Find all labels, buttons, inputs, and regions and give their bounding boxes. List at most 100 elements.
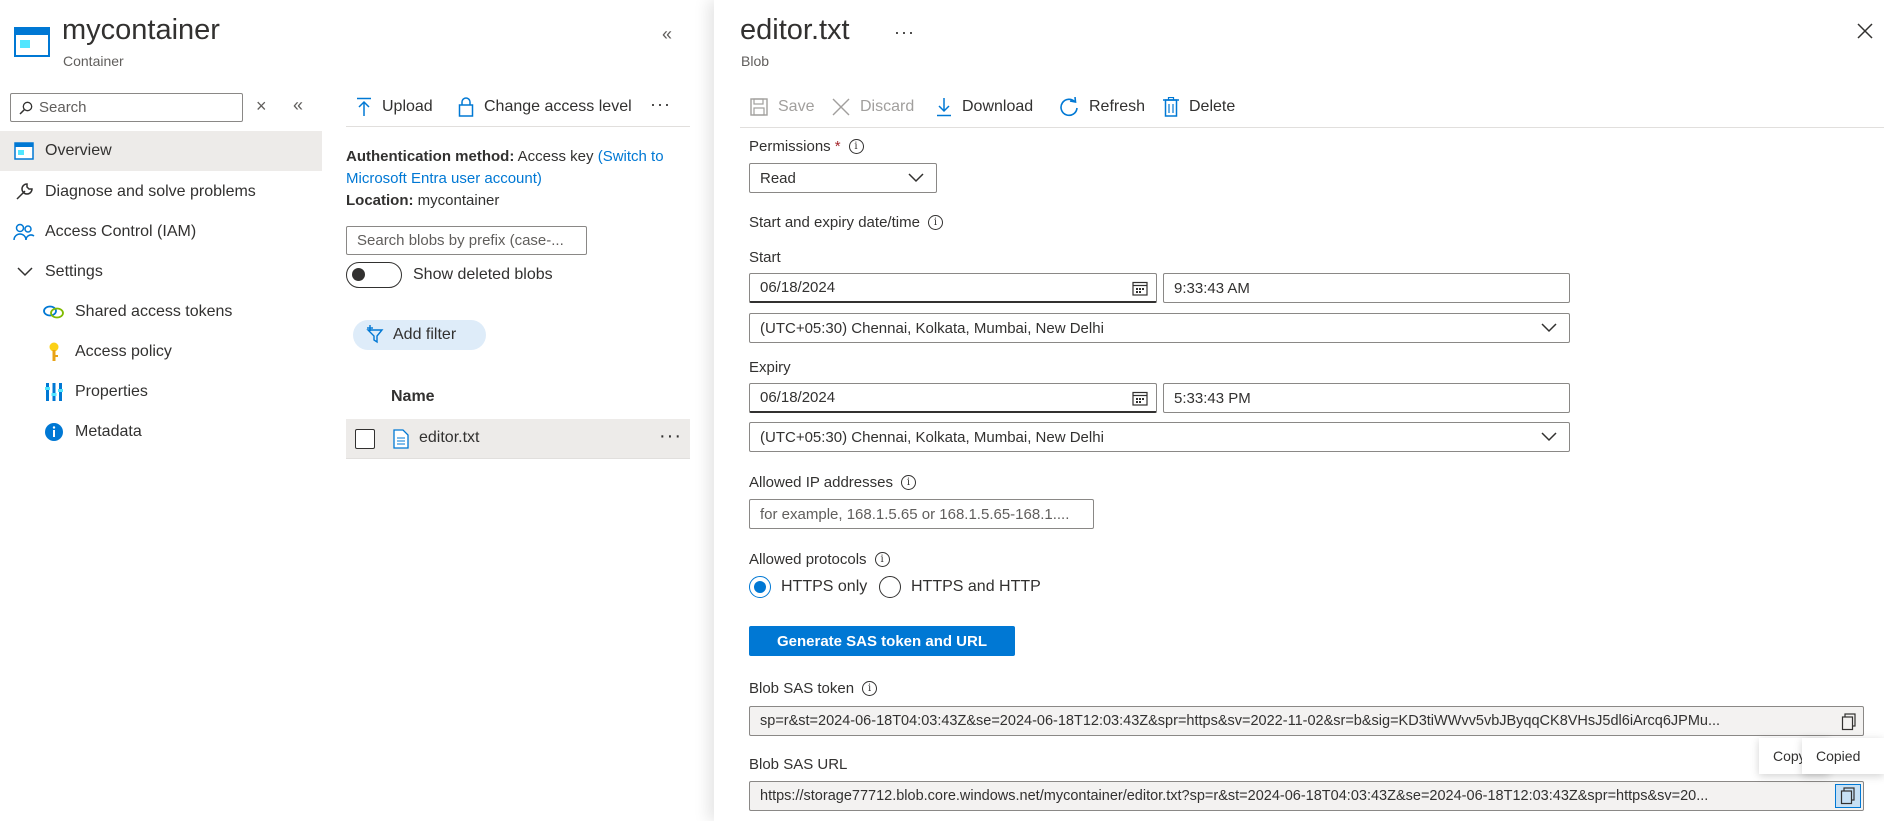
overview-icon	[13, 140, 35, 162]
sas-url-field[interactable]: https://storage77712.blob.core.windows.n…	[749, 781, 1864, 811]
nav-item-diagnose[interactable]: Diagnose and solve problems	[0, 172, 322, 212]
expiry-date-value: 06/18/2024	[760, 389, 836, 406]
nav-item-properties[interactable]: Properties	[0, 372, 322, 412]
nav-label: Access Control (IAM)	[45, 223, 197, 240]
allowed-ip-label: Allowed IP addresses i	[749, 474, 916, 491]
save-button[interactable]: Save	[750, 92, 814, 122]
people-icon	[13, 221, 35, 243]
copy-icon[interactable]	[1837, 713, 1857, 731]
nav-label: Access policy	[75, 343, 172, 360]
search-icon	[19, 101, 33, 115]
radio-https-and-http[interactable]: HTTPS and HTTP	[879, 576, 1041, 598]
calendar-icon[interactable]	[1132, 391, 1148, 406]
upload-button[interactable]: Upload	[356, 92, 433, 122]
start-time-input[interactable]: 9:33:43 AM	[1163, 273, 1570, 303]
sas-token-field[interactable]: sp=r&st=2024-06-18T04:03:43Z&se=2024-06-…	[749, 706, 1864, 736]
sas-token-text: Blob SAS token	[749, 680, 855, 697]
nav-label: Settings	[45, 263, 103, 280]
delete-button[interactable]: Delete	[1163, 92, 1235, 122]
info-icon[interactable]: i	[848, 139, 864, 154]
download-label: Download	[962, 98, 1034, 115]
file-name[interactable]: editor.txt	[419, 429, 479, 447]
radio-unselected	[879, 576, 901, 598]
start-expiry-label: Start and expiry date/time i	[749, 214, 943, 231]
info-icon[interactable]: i	[900, 475, 916, 490]
info-icon[interactable]: i	[862, 681, 878, 696]
row-more-icon[interactable]: ···	[659, 425, 682, 448]
menu-search-input[interactable]: Search	[10, 93, 243, 122]
collapse-menu-icon[interactable]: «	[293, 95, 303, 116]
generate-sas-button[interactable]: Generate SAS token and URL	[749, 626, 1015, 656]
container-icon	[14, 26, 50, 58]
start-date-input[interactable]: 06/18/2024	[749, 273, 1157, 303]
clear-search-icon[interactable]: ×	[256, 96, 267, 117]
nav-item-iam[interactable]: Access Control (IAM)	[0, 212, 322, 252]
permissions-label-text: Permissions	[749, 138, 831, 155]
switch-auth-link-cont[interactable]: Microsoft Entra user account)	[346, 170, 542, 187]
expiry-time-value: 5:33:43 PM	[1174, 389, 1251, 407]
refresh-button[interactable]: Refresh	[1059, 92, 1145, 122]
show-deleted-toggle[interactable]	[346, 262, 402, 288]
copy-icon[interactable]	[1835, 784, 1861, 808]
switch-auth-link[interactable]: (Switch to	[598, 148, 664, 165]
close-icon[interactable]	[1856, 22, 1874, 40]
resource-title: mycontainer	[62, 14, 220, 46]
blade-title: editor.txt	[740, 14, 850, 46]
required-asterisk: *	[834, 138, 841, 155]
auth-method-value: Access key	[517, 148, 594, 165]
nav-item-overview[interactable]: Overview	[0, 131, 322, 171]
save-icon	[750, 98, 768, 116]
copied-tooltip-text: Copied	[1816, 748, 1861, 764]
nav-item-metadata[interactable]: Metadata	[0, 412, 322, 452]
info-icon[interactable]: i	[874, 552, 890, 567]
key-icon	[43, 341, 65, 363]
expiry-date-input[interactable]: 06/18/2024	[749, 383, 1157, 413]
upload-label: Upload	[382, 98, 433, 115]
column-header-name[interactable]: Name	[391, 388, 435, 406]
calendar-icon[interactable]	[1132, 281, 1148, 296]
nav-item-shared-access-tokens[interactable]: Shared access tokens	[0, 292, 322, 332]
permissions-dropdown[interactable]: Read	[749, 163, 937, 193]
start-timezone-dropdown[interactable]: (UTC+05:30) Chennai, Kolkata, Mumbai, Ne…	[749, 313, 1570, 343]
copy-tooltip-back-text: Copy	[1773, 748, 1806, 764]
radio-https-label: HTTPS only	[781, 578, 868, 595]
change-access-label: Change access level	[484, 98, 632, 115]
more-options-icon[interactable]: ···	[650, 94, 671, 115]
nav-item-access-policy[interactable]: Access policy	[0, 332, 322, 372]
start-time-value: 9:33:43 AM	[1174, 279, 1250, 297]
discard-label: Discard	[860, 98, 915, 115]
search-blobs-input[interactable]: Search blobs by prefix (case-...	[346, 226, 587, 255]
add-filter-button[interactable]: Add filter	[353, 320, 486, 350]
nav-group-settings[interactable]: Settings	[0, 252, 322, 292]
chevron-down-icon	[908, 173, 924, 183]
info-icon[interactable]: i	[927, 215, 943, 230]
table-row[interactable]: editor.txt ···	[346, 419, 690, 459]
radio-https-only[interactable]: HTTPS only	[749, 576, 867, 598]
search-blobs-placeholder: Search blobs by prefix (case-...	[357, 232, 564, 249]
menu-search-placeholder: Search	[39, 99, 87, 116]
sas-url-label: Blob SAS URL	[749, 756, 848, 773]
toolbar-divider	[740, 127, 1884, 128]
download-button[interactable]: Download	[936, 92, 1033, 122]
allowed-ip-input[interactable]: for example, 168.1.5.65 or 168.1.5.65-16…	[749, 499, 1094, 529]
resource-type: Container	[63, 53, 124, 69]
allowed-ip-text: Allowed IP addresses	[749, 474, 893, 491]
sas-token-label: Blob SAS token i	[749, 680, 878, 697]
toolbar-divider	[346, 126, 690, 127]
permissions-value: Read	[760, 169, 796, 187]
expiry-timezone-dropdown[interactable]: (UTC+05:30) Chennai, Kolkata, Mumbai, Ne…	[749, 422, 1570, 452]
link-icon	[43, 301, 65, 323]
radio-selected	[749, 576, 771, 598]
row-checkbox[interactable]	[355, 429, 375, 449]
change-access-level-button[interactable]: Change access level	[458, 92, 632, 122]
blade-more-icon[interactable]: ···	[894, 22, 915, 43]
start-expiry-text: Start and expiry date/time	[749, 214, 920, 231]
refresh-icon	[1059, 97, 1079, 117]
refresh-label: Refresh	[1089, 98, 1146, 115]
nav-label: Metadata	[75, 423, 142, 440]
chevron-down-icon	[1541, 432, 1557, 442]
chevron-down-icon	[1541, 323, 1557, 333]
discard-button[interactable]: Discard	[832, 92, 914, 122]
file-icon	[393, 429, 409, 449]
expiry-time-input[interactable]: 5:33:43 PM	[1163, 383, 1570, 413]
